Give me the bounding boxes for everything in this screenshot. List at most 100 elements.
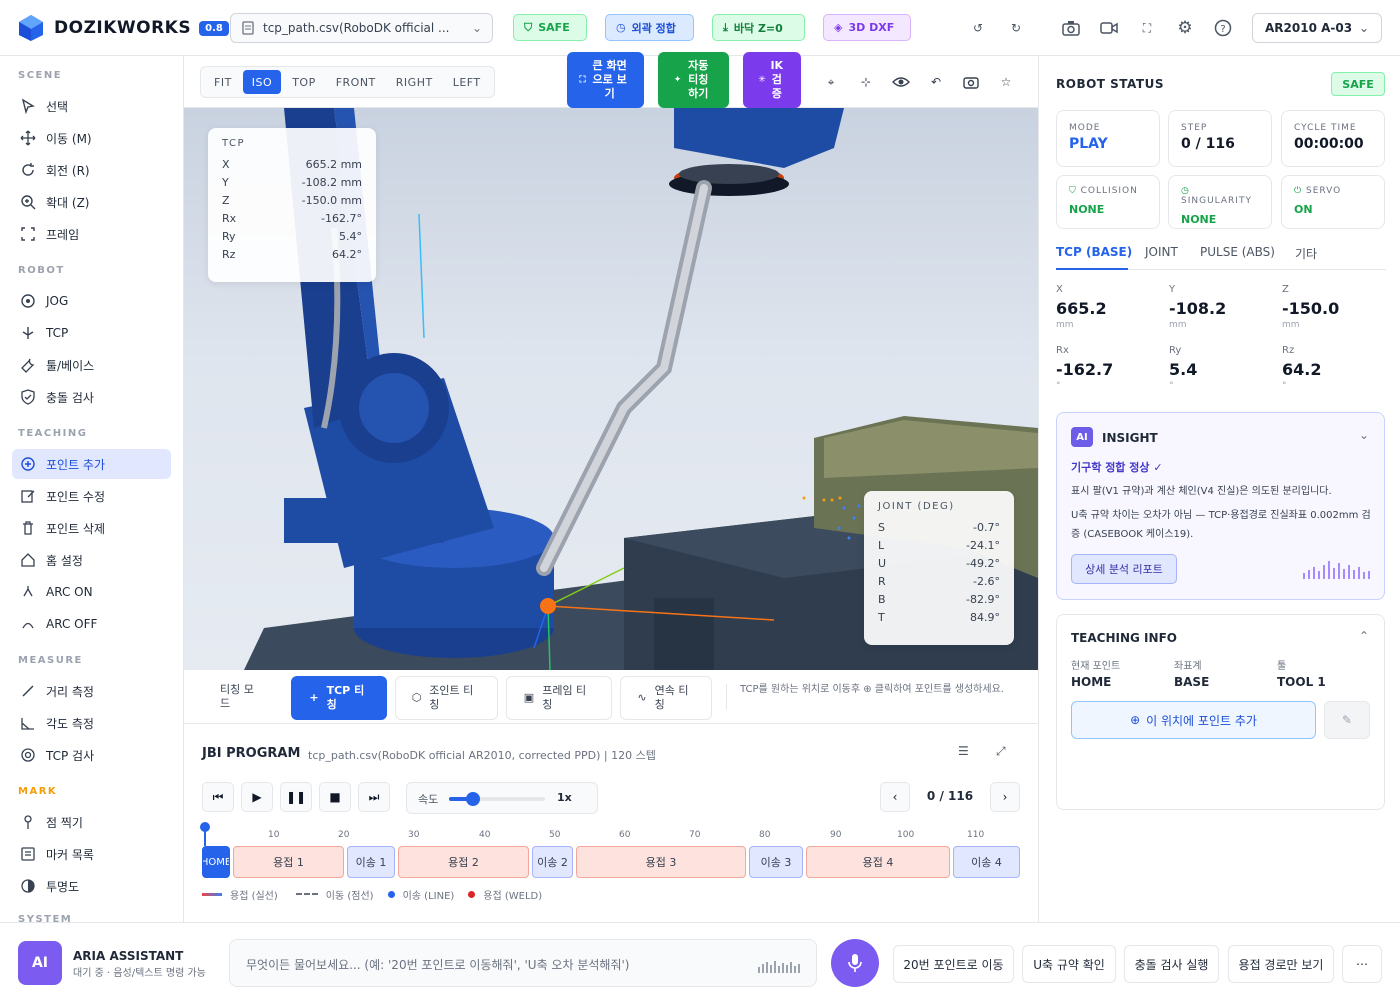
frame-teach-button[interactable]: ▣ 프레임 티칭 <box>506 676 612 720</box>
reach-badge[interactable]: ◷ 외곽 정합 <box>605 14 694 41</box>
quick-action-collision[interactable]: 충돌 검사 실행 <box>1124 945 1219 983</box>
continuous-teach-button[interactable]: ∿ 연속 티칭 <box>620 676 712 720</box>
expand-icon[interactable]: ⤢ <box>996 744 1006 759</box>
stop-button[interactable]: ■ <box>319 782 351 812</box>
list-icon[interactable]: ☰ <box>958 744 969 758</box>
fullscreen-view-button[interactable]: ⛶ 큰 화면으로 보기 <box>567 52 644 108</box>
sidebar-item-angle[interactable]: 각도 측정 <box>12 708 171 738</box>
sidebar-item-tool-base[interactable]: 툴/베이스 <box>12 350 171 380</box>
sidebar-item-frame[interactable]: 프레임 <box>12 219 171 249</box>
tab-joint[interactable]: JOINT <box>1145 245 1178 259</box>
crosshair-icon <box>21 748 35 762</box>
microphone-button[interactable] <box>831 939 879 987</box>
sidebar-item-marker-list[interactable]: 마커 목록 <box>12 839 171 869</box>
sidebar-item-jog[interactable]: JOG <box>12 286 171 316</box>
favorite-icon[interactable]: ☆ <box>996 72 1016 92</box>
skip-start-button[interactable]: ⏮ <box>202 782 234 812</box>
screenshot-icon[interactable] <box>961 72 981 92</box>
joint-teach-button[interactable]: ⬡ 조인트 티칭 <box>395 676 498 720</box>
timeline-segment-move-1[interactable]: 이송 1 <box>347 846 395 878</box>
sidebar-item-select[interactable]: 선택 <box>12 91 171 121</box>
tcp-teach-button[interactable]: + TCP 티칭 <box>291 676 387 720</box>
edit-point-button[interactable]: ✎ <box>1324 701 1370 739</box>
reset-view-icon[interactable]: ↶ <box>926 72 946 92</box>
step-value: 0 / 116 <box>1181 136 1235 152</box>
timeline-segment-weld-4[interactable]: 용접 4 <box>806 846 950 878</box>
help-icon[interactable]: ? <box>1211 16 1235 40</box>
sidebar-item-zoom[interactable]: 확대 (Z) <box>12 187 171 217</box>
home-icon <box>21 553 35 567</box>
sidebar-item-edit-point[interactable]: 포인트 수정 <box>12 481 171 511</box>
tcp-row-ry: Ry 5.4° <box>222 229 362 243</box>
play-button[interactable]: ▶ <box>241 782 273 812</box>
sidebar-item-add-point[interactable]: 포인트 추가 <box>12 449 171 479</box>
servo-value: ON <box>1294 203 1313 216</box>
sidebar-item-move[interactable]: 이동 (M) <box>12 123 171 153</box>
view-tab-front[interactable]: FRONT <box>327 70 385 94</box>
sidebar-item-tcp[interactable]: TCP <box>12 318 171 348</box>
timeline-segment-weld-2[interactable]: 용접 2 <box>398 846 529 878</box>
sidebar-item-home[interactable]: 홈 설정 <box>12 545 171 575</box>
timeline-segment-weld-3[interactable]: 용접 3 <box>576 846 746 878</box>
quick-action-weld-path[interactable]: 용접 경로만 보기 <box>1228 945 1334 983</box>
prev-step-button[interactable]: ‹ <box>880 782 910 812</box>
add-point-here-button[interactable]: ⊕ 이 위치에 포인트 추가 <box>1071 701 1316 739</box>
quick-action-move-20[interactable]: 20번 포인트로 이동 <box>893 945 1014 983</box>
more-actions-button[interactable]: ⋯ <box>1342 945 1382 983</box>
collision-value: NONE <box>1069 203 1105 216</box>
report-button[interactable]: 상세 분석 리포트 <box>1071 554 1177 584</box>
timeline-segment-home[interactable]: HOME <box>202 846 230 878</box>
robot-selector[interactable]: AR2010 A-03 ⌄ <box>1252 13 1382 43</box>
assistant-input[interactable]: 무엇이든 물어보세요... (예: '20번 포인트로 이동해줘', 'U축 오… <box>229 939 817 987</box>
undo-icon[interactable]: ↺ <box>966 16 990 40</box>
skip-end-button[interactable]: ⏭ <box>358 782 390 812</box>
view-tab-top[interactable]: TOP <box>283 70 325 94</box>
sidebar-item-pin[interactable]: 점 찍기 <box>12 807 171 837</box>
next-step-button[interactable]: › <box>990 782 1020 812</box>
dxf-badge[interactable]: ◈ 3D DXF <box>823 14 911 41</box>
sidebar-item-delete-point[interactable]: 포인트 삭제 <box>12 513 171 543</box>
tab-tcp-base[interactable]: TCP (BASE) <box>1056 245 1132 259</box>
sidebar-item-collision[interactable]: 충돌 검사 <box>12 382 171 412</box>
chevron-up-icon[interactable]: ⌃ <box>1359 629 1369 643</box>
crosshair-icon[interactable]: ⌖ <box>821 72 841 92</box>
speed-slider-handle[interactable] <box>466 792 480 806</box>
sidebar-item-arc-off[interactable]: ARC OFF <box>12 609 171 639</box>
frame-icon: ▣ <box>523 691 535 704</box>
ik-check-button[interactable]: ✳ IK 검증 <box>743 52 801 108</box>
auto-teach-button[interactable]: ✦ 자동 티칭 하기 <box>658 52 729 108</box>
file-selector[interactable]: tcp_path.csv(RoboDK official ... ⌄ <box>230 13 493 43</box>
view-tab-iso[interactable]: ISO <box>242 70 282 94</box>
sidebar-item-distance[interactable]: 거리 측정 <box>12 676 171 706</box>
redo-icon[interactable]: ↻ <box>1004 16 1028 40</box>
timeline-segment-move-3[interactable]: 이송 3 <box>749 846 803 878</box>
timeline-segment-weld-1[interactable]: 용접 1 <box>233 846 344 878</box>
timeline-segment-move-2[interactable]: 이송 2 <box>532 846 573 878</box>
opacity-icon <box>21 879 35 893</box>
camera-icon[interactable] <box>1059 16 1083 40</box>
eye-icon[interactable] <box>891 72 911 92</box>
tab-pulse[interactable]: PULSE (ABS) <box>1200 245 1275 259</box>
tab-other[interactable]: 기타 <box>1295 245 1317 262</box>
speed-slider[interactable] <box>449 792 545 806</box>
sidebar-item-opacity[interactable]: 투명도 <box>12 871 171 901</box>
sidebar-item-rotate[interactable]: 회전 (R) <box>12 155 171 185</box>
video-icon[interactable] <box>1097 16 1121 40</box>
pause-button[interactable]: ❚❚ <box>280 782 312 812</box>
sidebar-item-arc-on[interactable]: ARC ON <box>12 577 171 607</box>
focus-icon[interactable]: ⊹ <box>856 72 876 92</box>
file-icon <box>242 21 254 35</box>
3d-viewport[interactable]: TCP X 665.2 mm Y -108.2 mm Z -150.0 mm Rx -1… <box>184 108 1038 670</box>
view-tab-right[interactable]: RIGHT <box>387 70 442 94</box>
fullscreen-icon[interactable]: ⛶ <box>1135 16 1159 40</box>
view-tab-fit[interactable]: FIT <box>205 70 241 94</box>
sidebar-item-tcp-check[interactable]: TCP 검사 <box>12 740 171 770</box>
more-icon: ⋯ <box>1356 957 1368 971</box>
clock-icon: ◷ <box>616 21 626 34</box>
chevron-down-icon[interactable]: ⌄ <box>1359 428 1369 442</box>
gear-icon[interactable]: ⚙ <box>1173 16 1197 40</box>
timeline-segment-move-4[interactable]: 이송 4 <box>953 846 1020 878</box>
quick-action-u-axis[interactable]: U축 규약 확인 <box>1022 945 1116 983</box>
floor-badge[interactable]: ⤓ 바닥 Z=0 <box>712 14 805 41</box>
view-tab-left[interactable]: LEFT <box>444 70 490 94</box>
